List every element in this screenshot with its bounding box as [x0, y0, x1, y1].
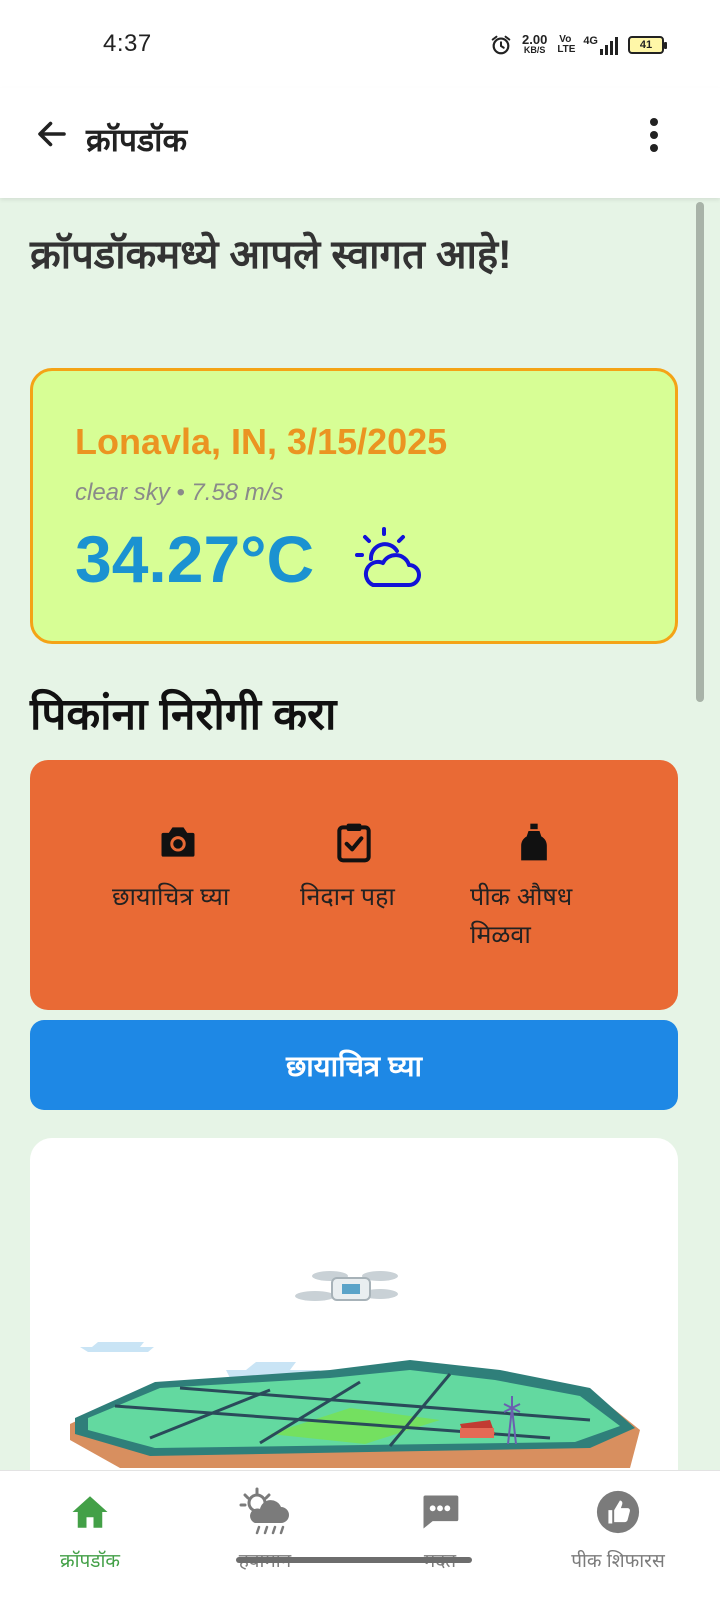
farm-drone-illustration	[70, 1271, 640, 1468]
scrollbar[interactable]	[696, 202, 704, 702]
arrow-left-icon	[38, 121, 66, 147]
more-vert-icon	[650, 118, 658, 152]
status-bar: 4:37 2.00 KB/S Vo LTE 4G 41	[0, 0, 720, 88]
more-options-button[interactable]	[632, 110, 676, 160]
step-see-diagnosis: निदान पहा	[300, 820, 395, 916]
weather-temperature: 34.27°C	[75, 522, 315, 596]
step-label: निदान पहा	[300, 883, 395, 911]
nav-item-crop-recommendation[interactable]: पीक शिफारस	[528, 1487, 708, 1573]
bottom-navigation: क्रॉपडॉक हवामान मदत	[0, 1470, 720, 1600]
step-label: पीक औषध मिळवा	[470, 883, 573, 949]
farm-illustration-card	[30, 1138, 678, 1498]
weather-card[interactable]: Lonavla, IN, 3/15/2025 clear sky • 7.58 …	[30, 368, 678, 644]
home-indicator[interactable]	[236, 1557, 472, 1563]
steps-card: छायाचित्र घ्या निदान पहा पीक औषध मिळवा	[30, 760, 678, 1010]
medicine-bottle-icon	[521, 823, 547, 861]
chat-icon	[423, 1495, 459, 1529]
weather-location-date: Lonavla, IN, 3/15/2025	[75, 421, 448, 462]
status-time: 4:37	[103, 30, 152, 57]
take-photo-button[interactable]: छायाचित्र घ्या	[30, 1020, 678, 1110]
weather-icon	[239, 1487, 289, 1535]
nav-label: क्रॉपडॉक	[60, 1551, 120, 1572]
app-bar: क्रॉपडॉक	[0, 88, 720, 198]
section-title: पिकांना निरोगी करा	[30, 690, 337, 739]
camera-icon	[161, 827, 195, 857]
battery-level: 41	[639, 39, 653, 51]
step-take-photo: छायाचित्र घ्या	[112, 820, 229, 916]
app-title: क्रॉपडॉक	[86, 122, 188, 158]
step-label: छायाचित्र घ्या	[112, 883, 230, 911]
net-speed-value: 2.00	[522, 32, 548, 47]
net-speed-unit: KB/S	[523, 45, 546, 55]
clipboard-check-icon	[337, 823, 371, 863]
status-icons: 2.00 KB/S Vo LTE 4G 41	[490, 30, 667, 60]
signal-icon: 4G	[583, 35, 618, 55]
back-button[interactable]	[30, 112, 74, 156]
weather-description: clear sky • 7.58 m/s	[75, 479, 284, 506]
welcome-heading: क्रॉपडॉकमध्ये आपले स्वागत आहे!	[30, 233, 512, 277]
drone-icon	[295, 1271, 398, 1301]
net-speed: 2.00 KB/S	[522, 32, 548, 55]
nav-item-cropdoc[interactable]: क्रॉपडॉक	[0, 1487, 180, 1573]
network-type: 4G	[583, 35, 598, 47]
battery-icon: 41	[628, 36, 667, 54]
home-icon	[72, 1496, 108, 1528]
volte-indicator: Vo LTE	[557, 34, 576, 55]
nav-label: पीक शिफारस	[571, 1551, 665, 1572]
partly-cloudy-icon	[355, 527, 421, 587]
step-get-medicine: पीक औषध मिळवा	[470, 820, 610, 954]
alarm-icon	[491, 35, 511, 55]
thumbs-up-icon	[596, 1490, 640, 1534]
